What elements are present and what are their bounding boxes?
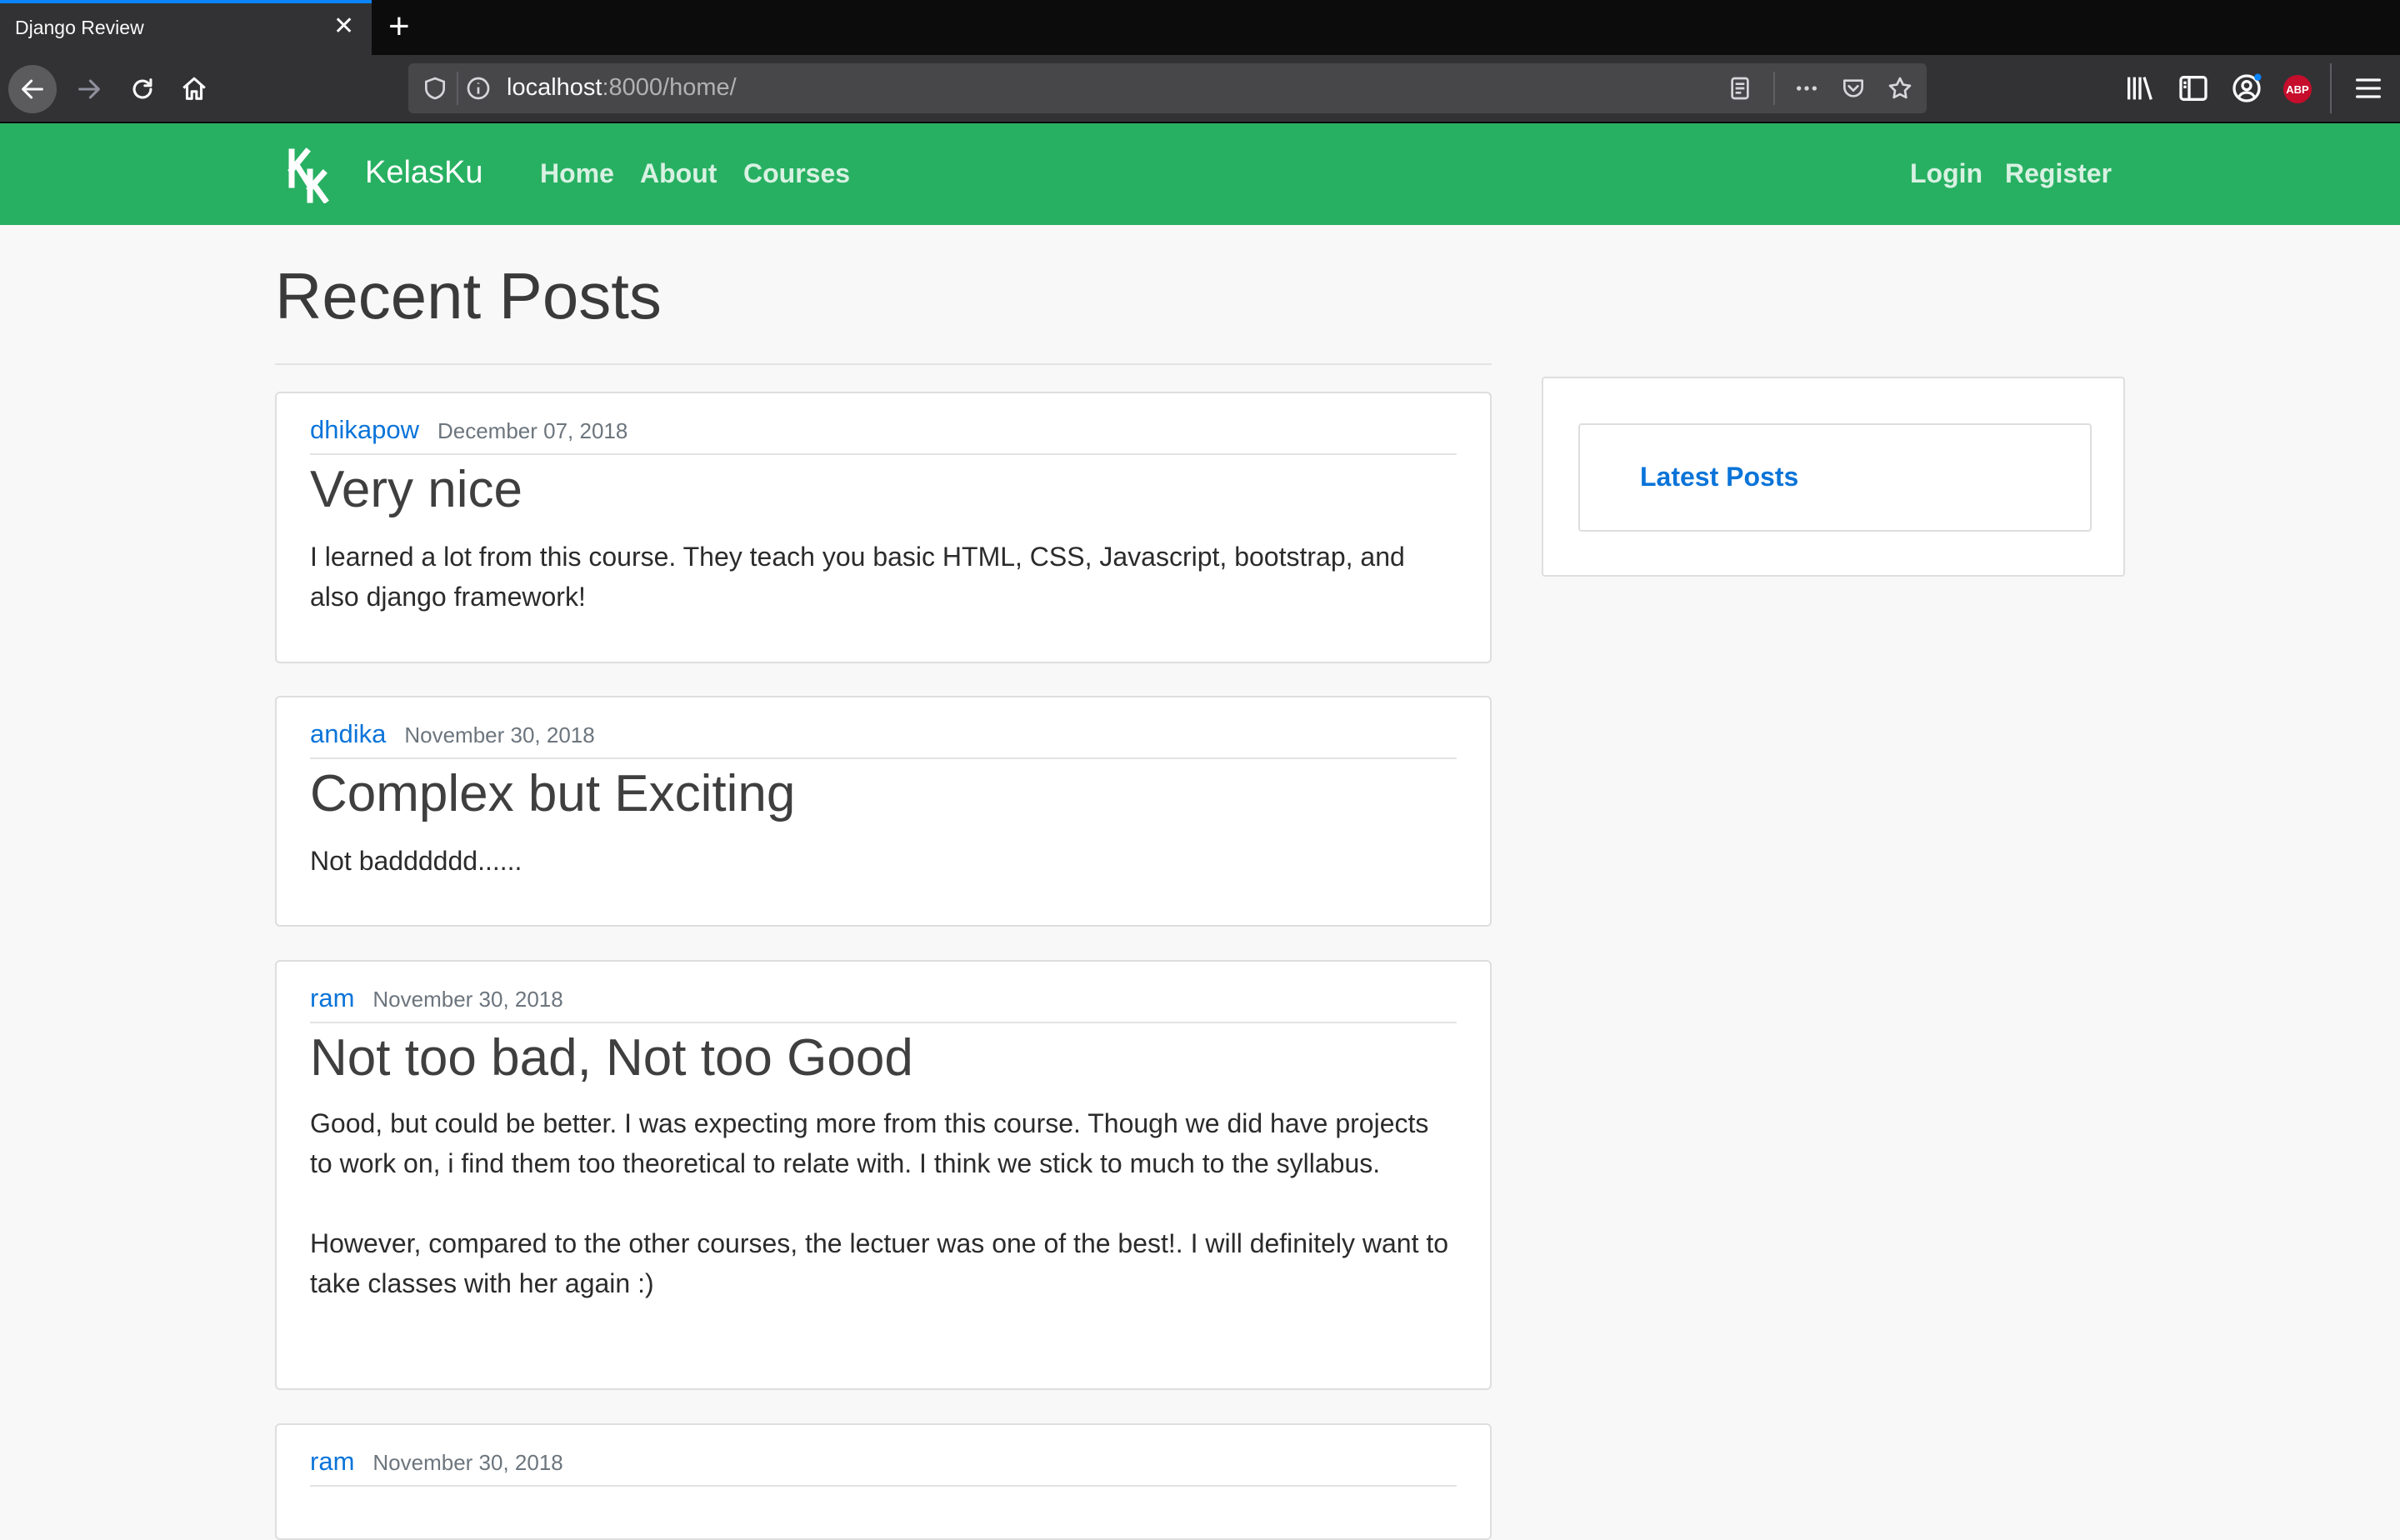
toolbar-divider [2330,63,2332,113]
browser-toolbar: localhost:8000/home/ ABP [0,55,2400,123]
browser-tab-bar: Django Review ✕ + [0,0,2400,55]
post-meta: dhikapow December 07, 2018 [310,415,628,445]
page-title: Recent Posts [275,259,662,332]
post-author-link[interactable]: ram [310,983,354,1012]
account-icon[interactable] [2230,72,2263,105]
post-meta-divider [310,453,1457,455]
post-content: Not badddddd...... [310,841,1457,881]
post-date: December 07, 2018 [437,418,628,443]
post-date: November 30, 2018 [372,987,563,1012]
post-paragraph: I learned a lot from this course. They t… [310,542,1405,612]
forward-arrow-icon[interactable] [65,65,113,113]
post-author-link[interactable]: dhikapow [310,415,419,444]
bookmark-star-icon[interactable] [1887,75,1913,102]
post-meta: ram November 30, 2018 [310,983,563,1013]
post-content: Good, but could be better. I was expecti… [310,1103,1457,1303]
url-text[interactable]: localhost:8000/home/ [507,74,737,102]
post-title-link[interactable]: Not too bad, Not too Good [310,1028,913,1088]
back-arrow-icon[interactable] [8,65,57,113]
reload-icon[interactable] [118,65,167,113]
latest-posts-box: Latest Posts [1578,423,2092,532]
home-icon[interactable] [170,65,218,113]
post-author-link[interactable]: ram [310,1447,354,1476]
address-bar[interactable]: localhost:8000/home/ [408,63,1927,113]
latest-posts-link[interactable]: Latest Posts [1640,462,1798,492]
reader-view-icon[interactable] [1727,75,1753,102]
nav-register-link[interactable]: Register [2005,158,2112,189]
tab-close-icon[interactable]: ✕ [333,12,354,42]
post-content: I learned a lot from this course. They t… [310,537,1457,617]
post-paragraph: However, compared to the other courses, … [310,1228,1449,1298]
url-path: :8000/home/ [602,74,737,101]
post-meta-divider [310,758,1457,759]
post-meta-divider [310,1022,1457,1023]
page-actions-icon[interactable] [1793,75,1820,102]
post-title-link[interactable]: Very nice [310,460,522,519]
brand-name[interactable]: KelasKu [365,155,483,191]
adblock-plus-icon[interactable]: ABP [2283,75,2312,103]
post-paragraph: Good, but could be better. I was expecti… [310,1108,1429,1178]
library-icon[interactable] [2123,72,2157,105]
site-navbar: KelasKu Home About Courses Login Registe… [0,123,2400,225]
address-bar-divider [457,72,458,105]
post-meta: andika November 30, 2018 [310,719,595,749]
post-meta-divider [310,1485,1457,1487]
post-author-link[interactable]: andika [310,719,386,748]
nav-about-link[interactable]: About [640,158,717,189]
new-tab-icon[interactable]: + [388,5,410,48]
address-bar-divider-right [1773,72,1775,105]
title-divider [275,363,1492,365]
post-card: ram November 30, 2018 [275,1423,1492,1540]
post-date: November 30, 2018 [404,722,595,748]
sidebar-toggle-icon[interactable] [2177,72,2210,105]
pocket-icon[interactable] [1840,75,1867,102]
post-card: andika November 30, 2018 Complex but Exci… [275,696,1492,927]
url-host: localhost [507,74,602,101]
post-paragraph: Not badddddd...... [310,846,522,876]
tracking-shield-icon[interactable] [422,75,448,102]
hamburger-menu-icon[interactable] [2352,72,2385,105]
post-card: dhikapow December 07, 2018 Very nice I le… [275,392,1492,663]
site-info-icon[interactable] [465,75,492,102]
browser-tab[interactable]: Django Review ✕ [0,0,372,55]
kelasku-logo-icon[interactable] [285,147,338,204]
sidebar: Latest Posts [1542,377,2125,577]
nav-login-link[interactable]: Login [1910,158,1982,189]
post-title-link[interactable]: Complex but Exciting [310,764,795,823]
nav-home-link[interactable]: Home [540,158,614,189]
post-date: November 30, 2018 [372,1450,563,1475]
nav-courses-link[interactable]: Courses [743,158,850,189]
post-card: ram November 30, 2018 Not too bad, Not to… [275,960,1492,1390]
post-meta: ram November 30, 2018 [310,1447,563,1477]
tab-title: Django Review [15,17,144,38]
